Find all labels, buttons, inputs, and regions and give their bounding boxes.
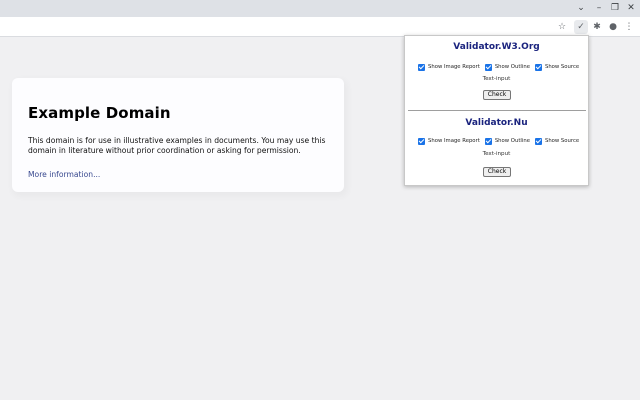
- section-divider: [408, 110, 586, 111]
- checkbox-checked-icon[interactable]: [484, 63, 492, 71]
- checkbox-checked-icon[interactable]: [418, 137, 425, 145]
- checkbox-checked-icon[interactable]: [418, 63, 425, 71]
- check-button[interactable]: Check: [483, 167, 511, 177]
- chrome-menu-icon[interactable]: ⋮: [622, 20, 636, 34]
- tab-search-icon[interactable]: ⌄: [574, 2, 588, 14]
- profile-icon[interactable]: ●: [606, 20, 620, 34]
- w3-validator-section: Validator.W3.Org Show Image Report Show …: [405, 36, 588, 109]
- browser-toolbar: ☆ ✓ ✱ ● ⋮: [0, 17, 640, 37]
- tab-strip: ⌄ – ❐ ✕: [0, 0, 640, 17]
- option-label: Show Image Report: [428, 64, 480, 70]
- section-title: Validator.Nu: [465, 118, 528, 128]
- checkbox-checked-icon[interactable]: [484, 137, 492, 145]
- validator-extension-icon[interactable]: ✓: [574, 20, 588, 34]
- address-bar[interactable]: [0, 19, 572, 35]
- validator-popup: Validator.W3.Org Show Image Report Show …: [404, 35, 589, 186]
- check-button[interactable]: Check: [483, 90, 511, 100]
- minimize-icon[interactable]: –: [592, 2, 606, 14]
- options-row: Show Image Report Show Outline Show Sour…: [418, 62, 583, 72]
- show-source-option[interactable]: Show Source: [534, 137, 580, 145]
- page-title: Example Domain: [28, 104, 171, 122]
- options-row: Show Image Report Show Outline Show Sour…: [418, 136, 583, 146]
- show-source-option[interactable]: Show Source: [534, 63, 580, 71]
- show-outline-option[interactable]: Show Outline: [484, 63, 530, 71]
- option-label: Show Image Report: [428, 138, 480, 144]
- page-paragraph: This domain is for use in illustrative e…: [28, 136, 326, 155]
- close-icon[interactable]: ✕: [624, 2, 638, 14]
- checkbox-checked-icon[interactable]: [534, 63, 542, 71]
- text-input-label[interactable]: Text-input: [405, 76, 588, 82]
- restore-icon[interactable]: ❐: [608, 2, 622, 14]
- checkbox-checked-icon[interactable]: [534, 137, 542, 145]
- show-image-report-option[interactable]: Show Image Report: [418, 137, 480, 145]
- option-label: Show Source: [544, 138, 580, 144]
- nu-validator-section: Validator.Nu Show Image Report Show Outl…: [405, 112, 588, 185]
- option-label: Show Outline: [494, 138, 530, 144]
- text-input-label[interactable]: Text-input: [405, 151, 588, 157]
- section-title: Validator.W3.Org: [453, 42, 540, 52]
- show-image-report-option[interactable]: Show Image Report: [418, 63, 480, 71]
- option-label: Show Source: [544, 64, 580, 70]
- option-label: Show Outline: [494, 64, 530, 70]
- bookmark-star-icon[interactable]: ☆: [555, 20, 569, 34]
- more-information-link[interactable]: More information...: [28, 170, 100, 179]
- show-outline-option[interactable]: Show Outline: [484, 137, 530, 145]
- content-card: Example Domain This domain is for use in…: [12, 78, 344, 192]
- extensions-puzzle-icon[interactable]: ✱: [590, 20, 604, 34]
